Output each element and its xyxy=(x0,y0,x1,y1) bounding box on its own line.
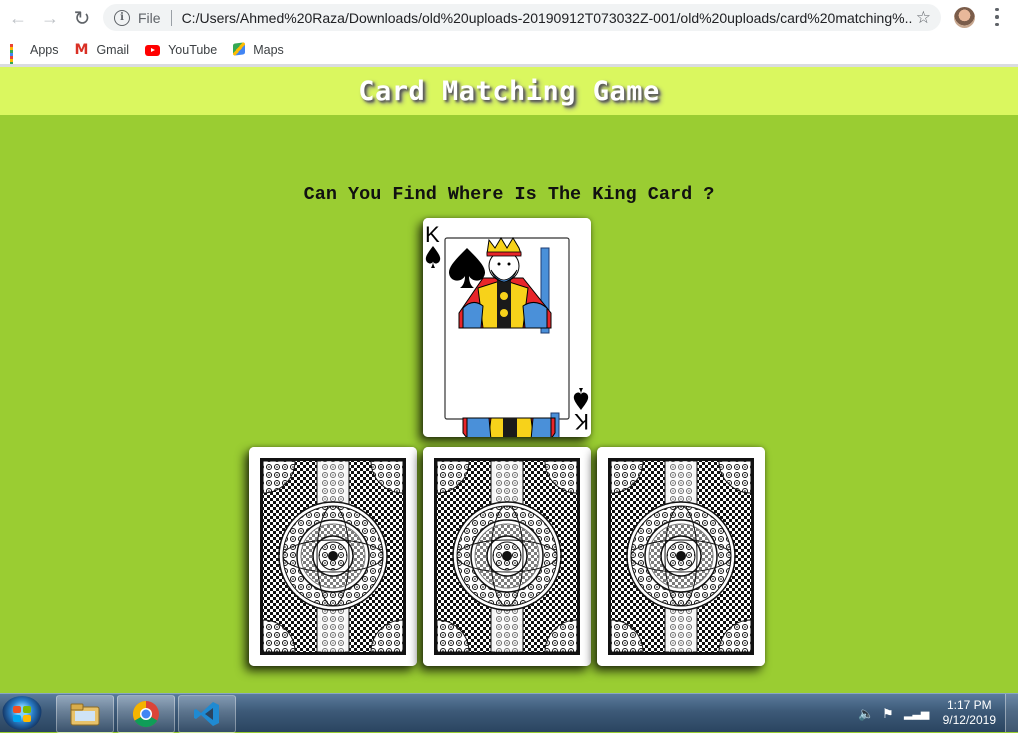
card-back-pattern xyxy=(597,447,765,666)
bookmark-label: Gmail xyxy=(96,43,130,57)
clock-date: 9/12/2019 xyxy=(942,713,996,727)
bookmark-maps[interactable]: Maps xyxy=(233,43,284,57)
network-signal-icon[interactable]: ▂▃▅ xyxy=(904,707,929,720)
card-back-pattern xyxy=(423,447,591,666)
svg-text:K: K xyxy=(425,222,440,247)
reload-icon[interactable]: ↻ xyxy=(68,4,96,32)
taskbar-file-explorer[interactable] xyxy=(56,695,114,733)
face-down-card-3[interactable] xyxy=(597,447,765,666)
action-center-flag-icon[interactable]: ⚑ xyxy=(882,706,894,722)
url-scheme: File xyxy=(138,9,161,26)
face-down-card-2[interactable] xyxy=(423,447,591,666)
bookmarks-bar: Apps M Gmail YouTube Maps xyxy=(0,36,1018,71)
taskbar-visual-studio-code[interactable] xyxy=(178,695,236,733)
clock-time: 1:17 PM xyxy=(946,698,992,712)
url-separator xyxy=(170,9,172,26)
show-desktop-button[interactable] xyxy=(1005,694,1018,732)
king-of-spades-card[interactable]: K K xyxy=(423,218,591,437)
apps-grid-icon xyxy=(10,44,22,71)
windows-taskbar: 🔈 ⚑ ▂▃▅ 1:17 PM 9/12/2019 xyxy=(0,693,1018,733)
vscode-icon xyxy=(194,702,219,726)
bookmark-youtube[interactable]: YouTube xyxy=(145,43,217,57)
game-question: Can You Find Where Is The King Card ? xyxy=(303,184,715,205)
bookmark-apps[interactable]: Apps xyxy=(10,43,59,71)
page-header: Card Matching Game xyxy=(0,67,1018,115)
bookmark-gmail[interactable]: M Gmail xyxy=(75,42,130,58)
start-button[interactable] xyxy=(2,696,42,730)
bookmark-label: YouTube xyxy=(168,43,218,57)
card-back-pattern xyxy=(249,447,417,666)
youtube-icon xyxy=(145,44,161,56)
back-arrow-icon[interactable]: ← xyxy=(4,4,32,32)
info-icon[interactable]: i xyxy=(114,9,130,26)
bookmark-star-icon[interactable]: ☆ xyxy=(916,8,931,28)
svg-text:K: K xyxy=(574,409,589,434)
bookmark-label: Apps xyxy=(30,43,59,57)
gmail-icon: M xyxy=(74,42,89,58)
browser-menu-icon[interactable] xyxy=(990,6,1004,28)
forward-arrow-icon[interactable]: → xyxy=(36,4,64,32)
taskbar-clock[interactable]: 1:17 PM 9/12/2019 xyxy=(943,698,996,728)
maps-icon xyxy=(233,43,245,57)
chrome-icon xyxy=(132,700,159,728)
address-bar[interactable]: i File C:/Users/Ahmed%20Raza/Downloads/o… xyxy=(103,4,941,31)
system-tray: 🔈 ⚑ ▂▃▅ 1:17 PM 9/12/2019 xyxy=(848,694,1018,732)
profile-avatar[interactable] xyxy=(954,7,975,28)
page-title: Card Matching Game xyxy=(358,75,660,107)
face-down-card-1[interactable] xyxy=(249,447,417,666)
folder-icon xyxy=(70,703,100,726)
volume-icon[interactable]: 🔈 xyxy=(858,706,874,722)
bookmark-label: Maps xyxy=(253,43,284,57)
windows-logo-icon xyxy=(13,706,31,722)
taskbar-google-chrome[interactable] xyxy=(117,695,175,733)
url-text[interactable]: C:/Users/Ahmed%20Raza/Downloads/old%20up… xyxy=(182,10,912,26)
